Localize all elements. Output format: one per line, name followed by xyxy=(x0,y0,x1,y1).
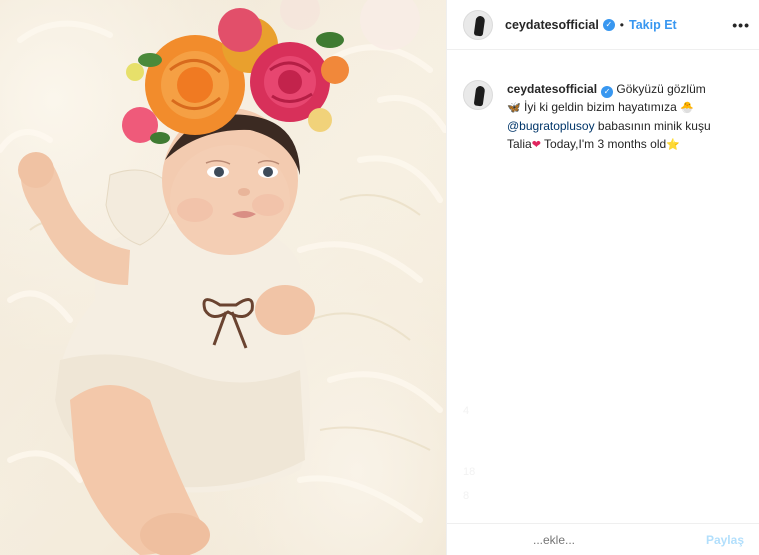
comment-bar: Paylaş xyxy=(447,523,759,555)
follow-button[interactable]: Takip Et xyxy=(629,18,677,32)
caption-username[interactable]: ceydatesofficial xyxy=(507,82,597,96)
verified-badge-icon: ✓ xyxy=(602,18,615,31)
post-caption: ceydatesofficial ✓ Gökyüzü gözlüm 🦋 İyi k… xyxy=(463,80,748,154)
baby-photo-illustration xyxy=(0,0,446,555)
comment-input[interactable] xyxy=(533,532,706,547)
verified-badge-icon: ✓ xyxy=(601,86,614,98)
instagram-post: ceydatesofficial ✓ • Takip Et ••• ceydat… xyxy=(0,0,759,555)
post-sidebar: ceydatesofficial ✓ • Takip Et ••• ceydat… xyxy=(446,0,759,555)
heart-emoji-icon: ❤ xyxy=(531,139,541,151)
faint-text: 8 xyxy=(463,490,470,502)
caption-mention[interactable]: @bugratoplusoy xyxy=(507,119,595,133)
caption-avatar[interactable] xyxy=(463,80,493,110)
chick-emoji-icon: 🐣 xyxy=(680,102,694,114)
header-separator: • xyxy=(619,17,624,32)
caption-text: ceydatesofficial ✓ Gökyüzü gözlüm 🦋 İyi k… xyxy=(507,80,747,154)
caption-line3: babasının minik kuşu xyxy=(597,119,711,133)
caption-line1: Gökyüzü gözlüm xyxy=(616,82,706,96)
caption-line4a: Talia xyxy=(507,137,532,151)
post-photo[interactable] xyxy=(0,0,446,555)
header-username[interactable]: ceydatesofficial xyxy=(505,18,599,32)
profile-avatar[interactable] xyxy=(463,9,493,40)
caption-line2: İyi ki geldin bizim hayatımıza xyxy=(524,100,677,114)
post-comment-button[interactable]: Paylaş xyxy=(706,533,744,547)
faint-text: 4 xyxy=(463,405,470,417)
post-header: ceydatesofficial ✓ • Takip Et ••• xyxy=(447,0,759,50)
star-emoji-icon: ⭐ xyxy=(666,139,680,151)
butterfly-emoji-icon: 🦋 xyxy=(507,102,521,114)
faint-text: 18 xyxy=(463,466,476,478)
caption-line4b: Today,I'm 3 months old xyxy=(544,137,667,151)
more-options-icon[interactable]: ••• xyxy=(732,17,750,33)
